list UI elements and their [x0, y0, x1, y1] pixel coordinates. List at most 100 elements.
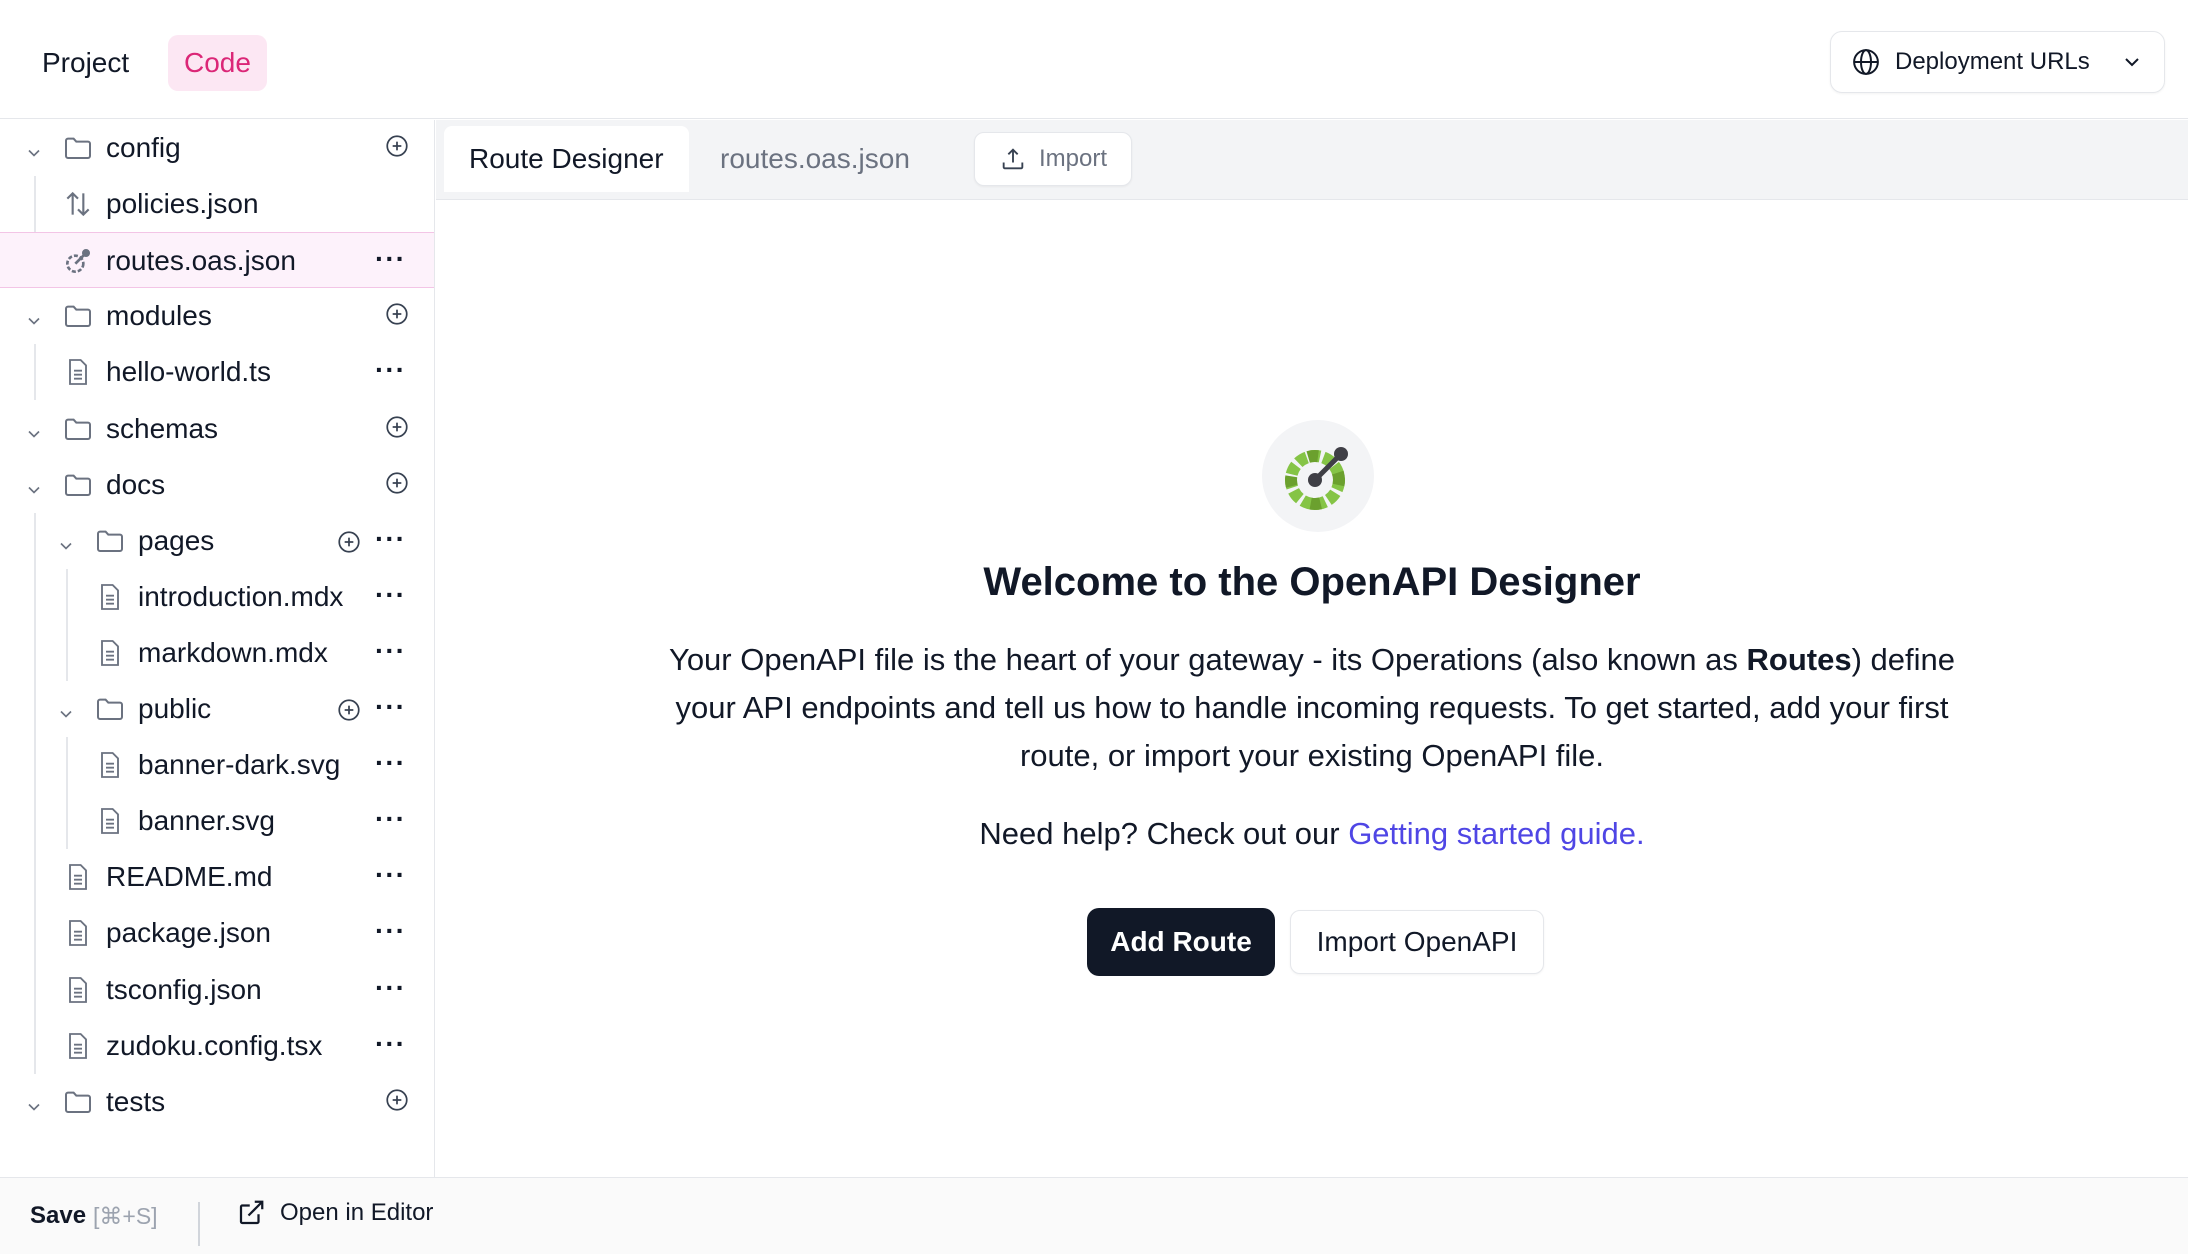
tree-item-label: tests [106, 1085, 166, 1117]
tree-item-label: config [106, 132, 181, 163]
add-item-icon[interactable] [384, 133, 410, 159]
openapi-logo-icon [1262, 420, 1374, 532]
folder-row[interactable]: public ··· [0, 681, 434, 737]
open-in-editor-button[interactable]: Open in Editor [236, 1198, 433, 1228]
file-row[interactable]: package.json ··· [0, 905, 434, 961]
add-item-icon[interactable] [384, 414, 410, 440]
chevron-down-icon [2125, 58, 2139, 67]
tab-code[interactable]: Code [168, 35, 267, 91]
tree-item-label: banner-dark.svg [138, 749, 341, 781]
tree-item-label: package.json [106, 917, 272, 949]
tree-item-label: tsconfig.json [106, 973, 262, 1005]
help-prefix: Need help? Check out our [979, 816, 1349, 851]
deployment-urls-label: Deployment URLs [1895, 48, 2090, 75]
file-icon [62, 861, 94, 893]
folder-row[interactable]: pages ··· [0, 513, 434, 569]
folder-row[interactable]: docs [0, 457, 434, 513]
help-text: Need help? Check out our Getting started… [436, 816, 2188, 852]
chevron-down-icon[interactable] [24, 1092, 44, 1112]
tree-item-label: policies.json [106, 188, 259, 220]
file-row[interactable]: policies.json [0, 176, 434, 232]
tree-item-label: pages [138, 524, 215, 556]
globe-icon [1853, 49, 1879, 75]
chevron-down-icon[interactable] [24, 419, 44, 439]
welcome-title: Welcome to the OpenAPI Designer [983, 560, 1641, 604]
file-row[interactable]: markdown.mdx ··· [0, 625, 434, 681]
folder-row[interactable]: tests [0, 1074, 434, 1130]
more-options-icon[interactable]: ··· [375, 973, 406, 1002]
chevron-down-icon[interactable] [24, 138, 44, 158]
chevron-down-icon[interactable] [24, 475, 44, 495]
tree-item-label: hello-world.ts [106, 356, 271, 388]
external-link-icon [239, 1200, 264, 1225]
open-in-editor-label: Open in Editor [280, 1199, 434, 1226]
import-label: Import [1038, 145, 1107, 172]
file-icon [94, 805, 126, 837]
file-icon [94, 581, 126, 613]
save-button[interactable]: Save [30, 1202, 86, 1230]
more-options-icon[interactable]: ··· [375, 693, 406, 721]
file-row[interactable]: README.md ··· [0, 849, 434, 905]
folder-icon [62, 132, 94, 164]
import-button[interactable]: Import [974, 132, 1132, 186]
tab-route-designer[interactable]: Route Designer [444, 126, 689, 192]
more-options-icon[interactable]: ··· [375, 749, 406, 777]
add-route-button[interactable]: Add Route [1089, 910, 1273, 974]
file-row[interactable]: zudoku.config.tsx ··· [0, 1018, 434, 1074]
tab-project[interactable]: Project [26, 35, 145, 91]
file-row[interactable]: banner-dark.svg ··· [0, 737, 434, 793]
folder-icon [94, 525, 126, 557]
top-bar: Project Code Deployment URLs [0, 0, 2188, 119]
more-options-icon[interactable]: ··· [375, 524, 406, 553]
file-row[interactable]: introduction.mdx ··· [0, 569, 434, 625]
more-options-icon[interactable]: ··· [375, 861, 406, 889]
add-item-icon[interactable] [336, 529, 362, 555]
welcome-desc-bold: Routes [1746, 642, 1852, 677]
tree-item-label: README.md [106, 861, 273, 893]
file-icon [94, 749, 126, 781]
welcome-description: Your OpenAPI file is the heart of your g… [662, 636, 1962, 780]
file-row[interactable]: banner.svg ··· [0, 793, 434, 849]
folder-icon [94, 693, 126, 725]
more-options-icon[interactable]: ··· [375, 1029, 406, 1058]
chevron-down-icon[interactable] [56, 531, 76, 551]
add-item-icon[interactable] [336, 697, 362, 723]
file-row[interactable]: tsconfig.json ··· [0, 962, 434, 1018]
bottom-bar: Save [⌘+S] Open in Editor [0, 1177, 2188, 1254]
openapi-icon [62, 245, 94, 277]
tree-item-label: introduction.mdx [138, 580, 344, 612]
save-shortcut: [⌘+S] [93, 1203, 158, 1229]
folder-row[interactable]: config [0, 120, 434, 176]
folder-icon [62, 1086, 94, 1118]
file-icon [62, 917, 94, 949]
more-options-icon[interactable]: ··· [375, 917, 406, 945]
more-options-icon[interactable]: ··· [375, 245, 406, 273]
upload-icon [1002, 148, 1024, 170]
file-row[interactable]: routes.oas.json ··· [0, 232, 434, 289]
file-icon [62, 1030, 94, 1062]
deployment-urls-button[interactable]: Deployment URLs [1830, 31, 2165, 93]
more-options-icon[interactable]: ··· [375, 580, 406, 609]
file-tree-sidebar: config policies.json routes.oas.json ··· mod… [0, 120, 435, 1177]
folder-row[interactable]: schemas [0, 401, 434, 457]
more-options-icon[interactable]: ··· [375, 805, 406, 833]
file-icon [62, 356, 94, 388]
add-item-icon[interactable] [384, 1087, 410, 1113]
getting-started-link[interactable]: Getting started guide. [1348, 816, 1644, 851]
file-row[interactable]: hello-world.ts ··· [0, 344, 434, 400]
file-icon [94, 637, 126, 669]
tab-routes-oas-json[interactable]: routes.oas.json [695, 126, 935, 192]
import-openapi-button[interactable]: Import OpenAPI [1290, 910, 1544, 974]
main-panel: Route Designer routes.oas.json Import We… [436, 120, 2188, 1177]
add-item-icon[interactable] [384, 301, 410, 327]
folder-row[interactable]: modules [0, 288, 434, 344]
add-item-icon[interactable] [384, 470, 410, 496]
tree-item-label: public [138, 693, 212, 724]
more-options-icon[interactable]: ··· [375, 636, 406, 665]
folder-icon [62, 469, 94, 501]
sort-arrows-icon [62, 188, 94, 220]
chevron-down-icon[interactable] [56, 699, 76, 719]
folder-icon [62, 413, 94, 445]
chevron-down-icon[interactable] [24, 306, 44, 326]
more-options-icon[interactable]: ··· [375, 356, 406, 384]
